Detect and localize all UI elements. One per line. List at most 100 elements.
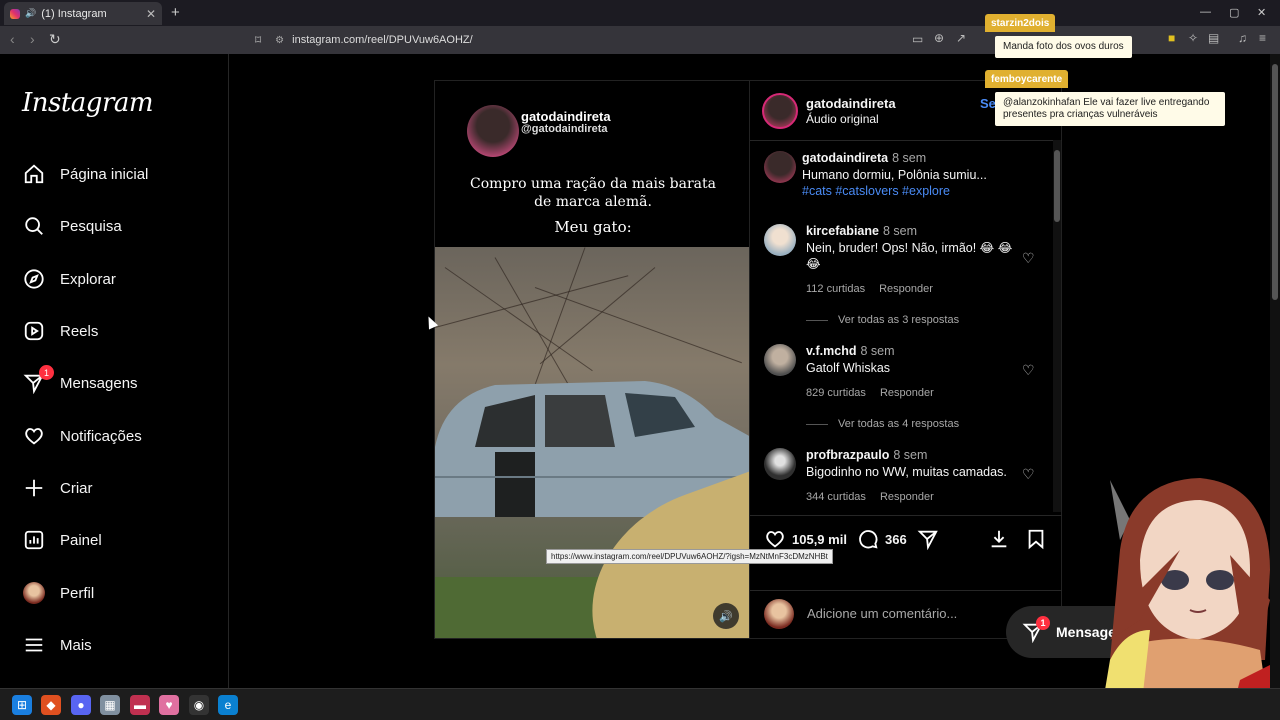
address-bar[interactable]: ⌑ ⚙ instagram.com/reel/DPUVuw6AOHZ/ xyxy=(255,29,975,51)
sidebar-item-label: Explorar xyxy=(60,270,116,288)
sidebar-toggle-icon[interactable]: ▤ xyxy=(1208,31,1219,45)
url-text[interactable]: instagram.com/reel/DPUVuw6AOHZ/ xyxy=(292,34,473,46)
browser-tab[interactable]: 🔊 (1) Instagram ✕ xyxy=(4,2,162,25)
sidebar-item-label: Perfil xyxy=(60,584,95,602)
share-button[interactable] xyxy=(917,528,945,550)
page-scrollbar[interactable] xyxy=(1270,54,1280,688)
minimize-icon[interactable]: — xyxy=(1200,6,1211,18)
bookmark-icon xyxy=(1028,529,1044,550)
audio-label[interactable]: Áudio original xyxy=(806,112,879,126)
comment-username[interactable]: gatodaindireta xyxy=(802,151,888,165)
close-tab-icon[interactable]: ✕ xyxy=(146,7,156,21)
browser-menu-icon[interactable]: ≡ xyxy=(1259,31,1266,45)
windows-start-icon[interactable]: ⊞ xyxy=(12,695,32,715)
comment-username[interactable]: kircefabiane xyxy=(806,224,879,238)
comments-scrollbar[interactable] xyxy=(1053,140,1061,512)
avatar[interactable] xyxy=(764,151,796,183)
heart-icon xyxy=(766,531,784,548)
cast-icon[interactable]: ▭ xyxy=(912,32,923,46)
comment-username[interactable]: v.f.mchd xyxy=(806,344,856,358)
edge-icon[interactable]: e xyxy=(218,695,238,715)
scrollbar-thumb[interactable] xyxy=(1054,150,1060,222)
reload-icon[interactable]: ↻ xyxy=(49,31,61,48)
comment-likes[interactable]: 344 curtidas xyxy=(806,491,866,503)
reel-creator-handle: @gatodaindireta xyxy=(521,123,608,135)
post-hashtags[interactable]: #cats #catslovers #explore xyxy=(802,183,1052,199)
avatar xyxy=(23,582,45,604)
like-comment-heart-icon[interactable]: ♡ xyxy=(1022,362,1035,379)
comment-likes[interactable]: 829 curtidas xyxy=(806,387,866,399)
speaker-icon[interactable]: 🔊 xyxy=(25,8,36,19)
reply-button[interactable]: Responder xyxy=(880,491,934,503)
instagram-logo[interactable]: Instagram xyxy=(22,88,154,118)
sidebar-item-label: Reels xyxy=(60,322,99,340)
sidebar-item-create[interactable]: Criar xyxy=(22,473,93,503)
instagram-favicon-icon xyxy=(10,8,20,19)
reel-creator-avatar xyxy=(467,105,519,157)
discord-icon[interactable]: ● xyxy=(71,695,91,715)
scrollbar-thumb[interactable] xyxy=(1272,64,1278,300)
sidebar-item-home[interactable]: Página inicial xyxy=(22,159,148,189)
comment-username[interactable]: profbrazpaulo xyxy=(806,448,889,462)
view-replies-button[interactable]: Ver todas as 3 respostas xyxy=(806,314,959,326)
reel-caption-punchline: Meu gato: xyxy=(554,218,632,236)
sidebar-item-dashboard[interactable]: Painel xyxy=(22,525,102,555)
comment-button[interactable]: 366 xyxy=(857,528,907,550)
avatar[interactable] xyxy=(764,448,796,480)
extension-icon[interactable]: ■ xyxy=(1168,31,1175,45)
reply-button[interactable]: Responder xyxy=(880,387,934,399)
back-icon[interactable]: ‹ xyxy=(10,31,15,47)
avatar xyxy=(764,599,794,629)
compass-icon xyxy=(22,267,46,291)
close-window-icon[interactable]: ✕ xyxy=(1257,6,1266,19)
like-comment-heart-icon[interactable]: ♡ xyxy=(1022,250,1035,267)
view-replies-button[interactable]: Ver todas as 4 respostas xyxy=(806,418,959,430)
sidebar-item-profile[interactable]: Perfil xyxy=(22,578,94,608)
like-comment-heart-icon[interactable]: ♡ xyxy=(1022,466,1035,483)
comment-likes[interactable]: 112 curtidas xyxy=(806,283,865,295)
chat-username: starzin2dois xyxy=(985,14,1056,32)
sidebar-item-explore[interactable]: Explorar xyxy=(22,264,116,294)
site-info-icon[interactable]: ⚙ xyxy=(275,35,284,46)
avatar[interactable] xyxy=(764,344,796,376)
sidebar-item-notifications[interactable]: Notificações xyxy=(22,421,142,451)
download-button[interactable] xyxy=(988,528,1016,550)
like-button[interactable]: 105,9 mil xyxy=(764,528,847,550)
app-icon[interactable]: ♥ xyxy=(159,695,179,715)
reel-caption: Compro uma ração da mais barata de marca… xyxy=(435,175,749,211)
tab-title: (1) Instagram xyxy=(41,7,107,20)
streamer-avatar xyxy=(1100,478,1280,720)
obs-icon[interactable]: ◉ xyxy=(189,695,209,715)
sidebar-item-messages[interactable]: 1 Mensagens xyxy=(22,365,138,398)
brave-browser-icon[interactable]: ◆ xyxy=(41,695,61,715)
reply-button[interactable]: Responder xyxy=(879,283,933,295)
comment-time: 8 sem xyxy=(893,448,928,462)
sidebar-item-label: Painel xyxy=(60,531,102,549)
extensions-puzzle-icon[interactable]: ✧ xyxy=(1188,31,1198,45)
new-tab-button[interactable]: + xyxy=(171,4,180,21)
share-icon[interactable]: ↗ xyxy=(956,31,966,45)
forward-icon[interactable]: › xyxy=(30,31,35,47)
app-icon[interactable]: ▬ xyxy=(130,695,150,715)
sidebar-item-reels[interactable]: Reels xyxy=(22,316,98,346)
avatar[interactable] xyxy=(762,93,798,129)
avatar[interactable] xyxy=(764,224,796,256)
speaker-icon[interactable]: 🔊 xyxy=(713,603,739,629)
chat-username: femboycarente xyxy=(985,70,1069,88)
media-icon[interactable]: ♫ xyxy=(1238,31,1247,45)
zoom-icon[interactable]: ⊕ xyxy=(934,31,944,45)
stream-chat-message: femboycarente @alanzokinhafan Ele vai fa… xyxy=(985,70,1235,130)
comment-time: 8 sem xyxy=(860,344,895,358)
app-icon[interactable]: ▦ xyxy=(100,695,120,715)
taskbar: ⊞ ◆ ● ▦ ▬ ♥ ◉ e xyxy=(0,688,1280,720)
maximize-icon[interactable]: ▢ xyxy=(1229,6,1239,19)
panel-username[interactable]: gatodaindireta xyxy=(806,96,896,111)
messenger-icon: 1 xyxy=(22,365,54,395)
bookmark-icon[interactable]: ⌑ xyxy=(255,33,261,47)
sidebar-item-more[interactable]: Mais xyxy=(22,630,92,660)
view-replies-label: Ver todas as 4 respostas xyxy=(838,418,960,430)
add-comment-input[interactable]: Adicione um comentário... xyxy=(807,606,957,621)
sidebar-item-label: Criar xyxy=(60,479,93,497)
sidebar-item-search[interactable]: Pesquisa xyxy=(22,211,122,241)
save-button[interactable] xyxy=(1025,528,1053,550)
